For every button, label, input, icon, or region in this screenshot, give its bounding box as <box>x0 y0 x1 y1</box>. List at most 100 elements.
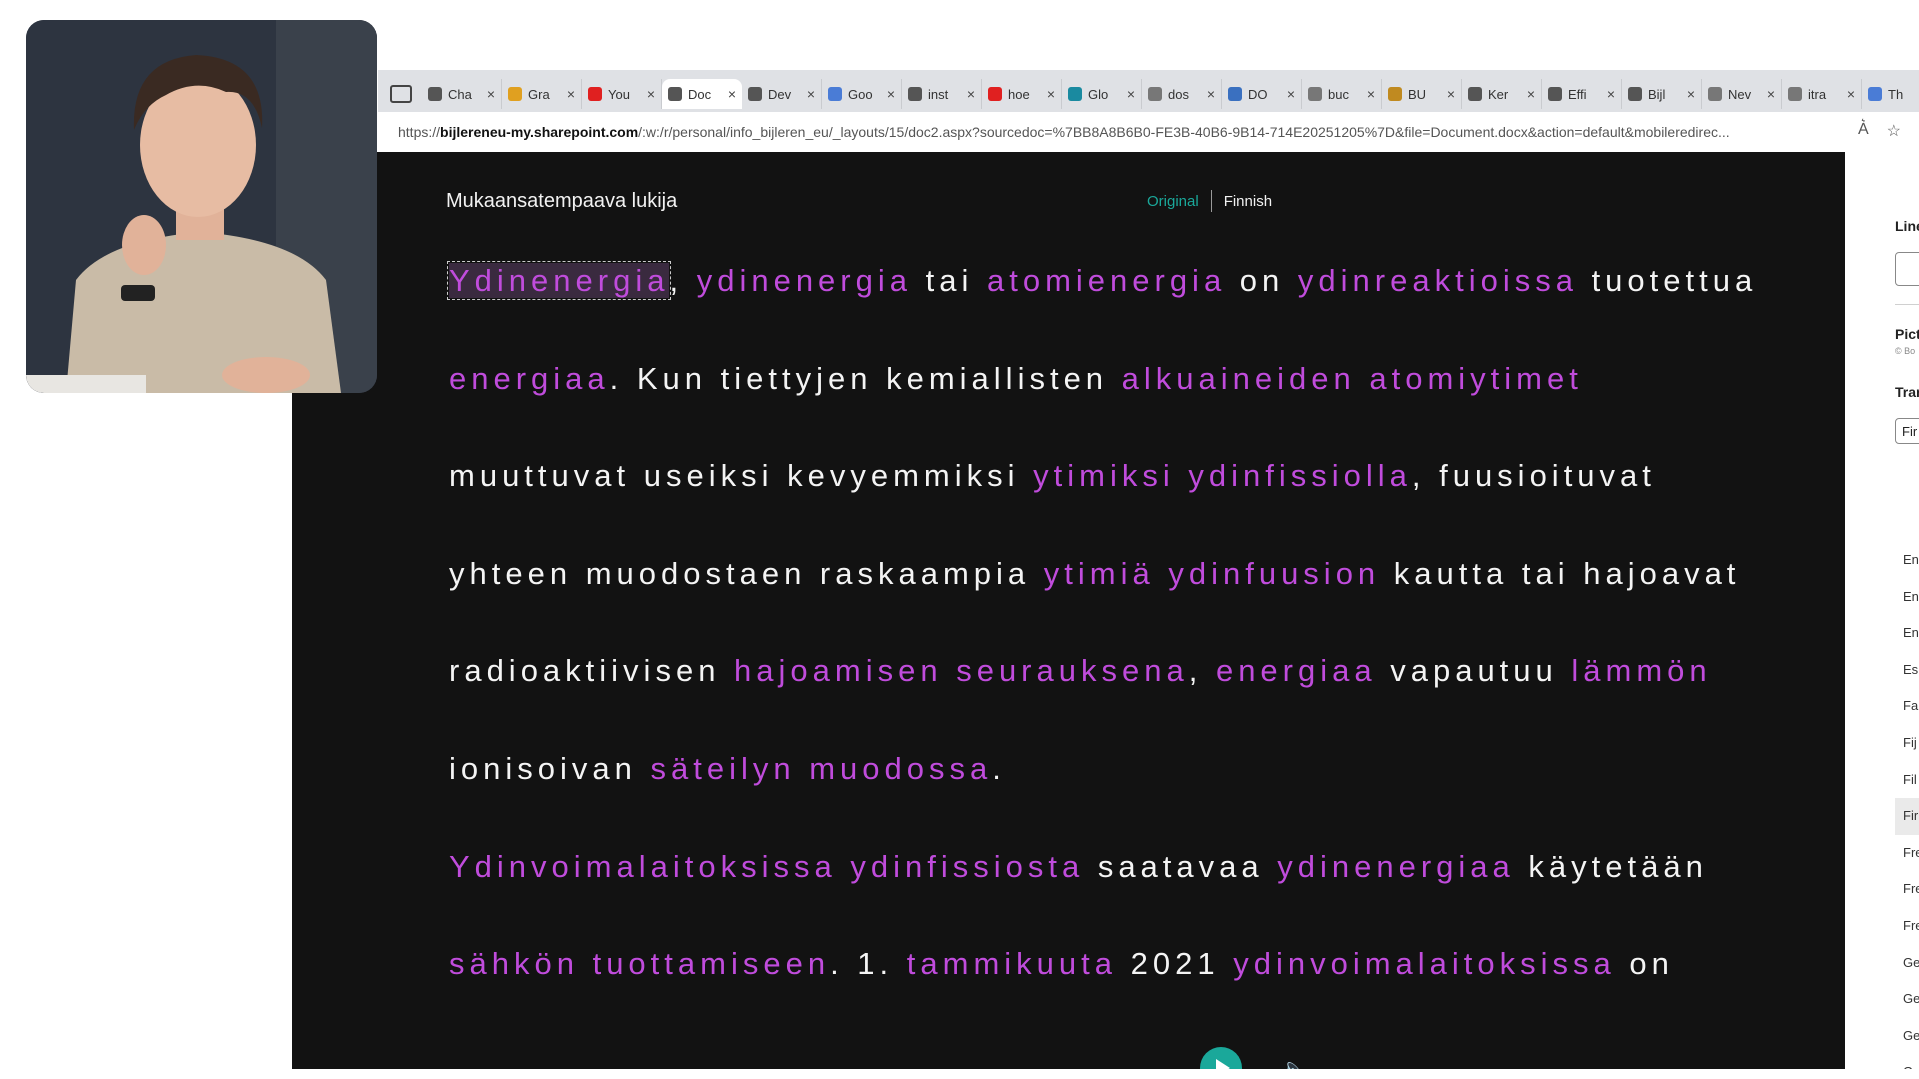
reading-word[interactable]: tai <box>912 263 987 298</box>
language-option[interactable]: En <box>1895 542 1919 579</box>
browser-tab[interactable]: Gra × <box>502 79 582 109</box>
reading-word[interactable]: yhteen muodostaen raskaampia <box>449 556 1044 591</box>
tab-close-icon[interactable]: × <box>1127 86 1135 102</box>
tab-close-icon[interactable]: × <box>1367 86 1375 102</box>
browser-tab[interactable]: Glo × <box>1062 79 1142 109</box>
tab-close-icon[interactable]: × <box>1287 86 1295 102</box>
language-option[interactable]: Fij <box>1895 725 1919 762</box>
language-option[interactable]: Ge <box>1895 945 1919 982</box>
highlighted-word[interactable]: hajoamisen seurauksena <box>734 653 1189 688</box>
language-option[interactable]: Fre <box>1895 871 1919 908</box>
language-option[interactable]: Fil <box>1895 762 1919 799</box>
finnish-language-button[interactable]: Finnish <box>1224 193 1272 210</box>
play-button[interactable] <box>1200 1047 1242 1069</box>
tab-close-icon[interactable]: × <box>567 86 575 102</box>
highlighted-word[interactable]: ytimiksi ydinfissiolla <box>1033 458 1412 493</box>
tab-close-icon[interactable]: × <box>1207 86 1215 102</box>
highlighted-word[interactable]: ydinreaktioissa <box>1298 263 1578 298</box>
reading-word[interactable]: , fuusioituvat <box>1412 458 1656 493</box>
favorite-star-icon[interactable]: ☆ <box>1887 121 1901 141</box>
highlighted-word[interactable]: Ydinvoimalaitoksissa ydinfissiosta <box>449 849 1084 884</box>
language-option[interactable]: En <box>1895 579 1919 616</box>
highlighted-word[interactable]: energiaa <box>1216 653 1377 688</box>
browser-tab[interactable]: BU × <box>1382 79 1462 109</box>
tab-close-icon[interactable]: × <box>887 86 895 102</box>
browser-tab[interactable]: You × <box>582 79 662 109</box>
sidebar-toggle-icon[interactable] <box>390 85 412 103</box>
tab-close-icon[interactable]: × <box>1047 86 1055 102</box>
highlighted-word[interactable]: ydinvoimalaitoksissa <box>1233 946 1616 981</box>
browser-tab[interactable]: itra × <box>1782 79 1862 109</box>
reading-word[interactable]: vapautuu <box>1377 653 1572 688</box>
volume-icon[interactable]: 🔈 <box>1282 1056 1307 1069</box>
language-option[interactable]: Fir <box>1895 798 1919 835</box>
reading-word[interactable]: on <box>1226 263 1298 298</box>
browser-tab[interactable]: buc × <box>1302 79 1382 109</box>
browser-tab[interactable]: Doc × <box>662 79 742 109</box>
tab-close-icon[interactable]: × <box>1607 86 1615 102</box>
highlighted-word[interactable]: alkuaineiden atomiytimet <box>1122 361 1583 396</box>
highlighted-word[interactable]: ydinenergiaa <box>1277 849 1515 884</box>
highlighted-word[interactable]: energiaa <box>449 361 610 396</box>
tab-close-icon[interactable]: × <box>1847 86 1855 102</box>
tab-label: buc <box>1328 86 1349 102</box>
reading-word[interactable]: kautta tai hajoavat <box>1380 556 1740 591</box>
browser-tab[interactable]: DO × <box>1222 79 1302 109</box>
reading-word[interactable]: käytetään <box>1515 849 1708 884</box>
tab-close-icon[interactable]: × <box>807 86 815 102</box>
language-option[interactable]: Ge <box>1895 981 1919 1018</box>
browser-tab[interactable]: Ker × <box>1462 79 1542 109</box>
highlighted-word[interactable]: ydinenergia <box>697 263 912 298</box>
language-option[interactable]: Ge <box>1895 1018 1919 1055</box>
tab-close-icon[interactable]: × <box>967 86 975 102</box>
browser-tab[interactable]: hoe × <box>982 79 1062 109</box>
language-option[interactable]: Fre <box>1895 835 1919 872</box>
browser-tab[interactable]: Nev × <box>1702 79 1782 109</box>
reading-word[interactable]: , <box>669 263 696 298</box>
language-option[interactable]: Fa <box>1895 688 1919 725</box>
line-focus-control[interactable] <box>1895 252 1919 286</box>
browser-tab[interactable]: Bijl × <box>1622 79 1702 109</box>
tab-close-icon[interactable]: × <box>487 86 495 102</box>
browser-tab[interactable]: Th× <box>1862 79 1919 109</box>
reading-word[interactable]: , <box>1189 653 1216 688</box>
reading-word[interactable]: ionisoivan <box>449 751 650 786</box>
tab-close-icon[interactable]: × <box>1447 86 1455 102</box>
browser-tab[interactable]: Dev × <box>742 79 822 109</box>
tab-label: Goo <box>848 86 873 102</box>
highlighted-word[interactable]: atomienergia <box>987 263 1226 298</box>
browser-tab[interactable]: Cha × <box>422 79 502 109</box>
browser-tab[interactable]: Goo × <box>822 79 902 109</box>
language-option[interactable]: Ge <box>1895 1054 1919 1069</box>
language-option[interactable]: En <box>1895 615 1919 652</box>
reading-word[interactable]: on <box>1616 946 1674 981</box>
highlighted-word[interactable]: säteilyn muodossa <box>650 751 992 786</box>
language-option[interactable]: Fre <box>1895 908 1919 945</box>
original-language-button[interactable]: Original <box>1147 193 1199 210</box>
reading-word[interactable]: . 1. <box>830 946 907 981</box>
tab-close-icon[interactable]: × <box>1767 86 1775 102</box>
reading-word[interactable]: saatavaa <box>1084 849 1277 884</box>
translate-language-select[interactable]: Fir <box>1895 418 1919 444</box>
highlighted-word[interactable]: lämmön <box>1571 653 1711 688</box>
address-bar[interactable]: https://bijlereneu-my.sharepoint.com/:w:… <box>378 112 1919 152</box>
highlighted-word[interactable]: Ydinenergia <box>446 261 672 300</box>
highlighted-word[interactable]: tammikuuta <box>907 946 1117 981</box>
reading-word[interactable]: 2021 <box>1117 946 1233 981</box>
highlighted-word[interactable]: sähkön tuottamiseen <box>449 946 830 981</box>
highlighted-word[interactable]: ytimiä ydinfuusion <box>1044 556 1380 591</box>
browser-tab[interactable]: dos × <box>1142 79 1222 109</box>
reading-word[interactable]: tuotettua <box>1578 263 1757 298</box>
tab-close-icon[interactable]: × <box>647 86 655 102</box>
tab-close-icon[interactable]: × <box>1527 86 1535 102</box>
read-aloud-icon[interactable]: A͛ <box>1858 121 1869 141</box>
tab-close-icon[interactable]: × <box>1687 86 1695 102</box>
tab-close-icon[interactable]: × <box>728 86 736 102</box>
reading-word[interactable]: . <box>992 751 1006 786</box>
reading-word[interactable]: . Kun tiettyjen kemiallisten <box>610 361 1122 396</box>
language-option[interactable]: Es <box>1895 652 1919 689</box>
browser-tab[interactable]: Effi × <box>1542 79 1622 109</box>
browser-tab[interactable]: inst × <box>902 79 982 109</box>
reading-word[interactable]: radioaktiivisen <box>449 653 734 688</box>
reading-word[interactable]: muuttuvat useiksi kevyemmiksi <box>449 458 1033 493</box>
